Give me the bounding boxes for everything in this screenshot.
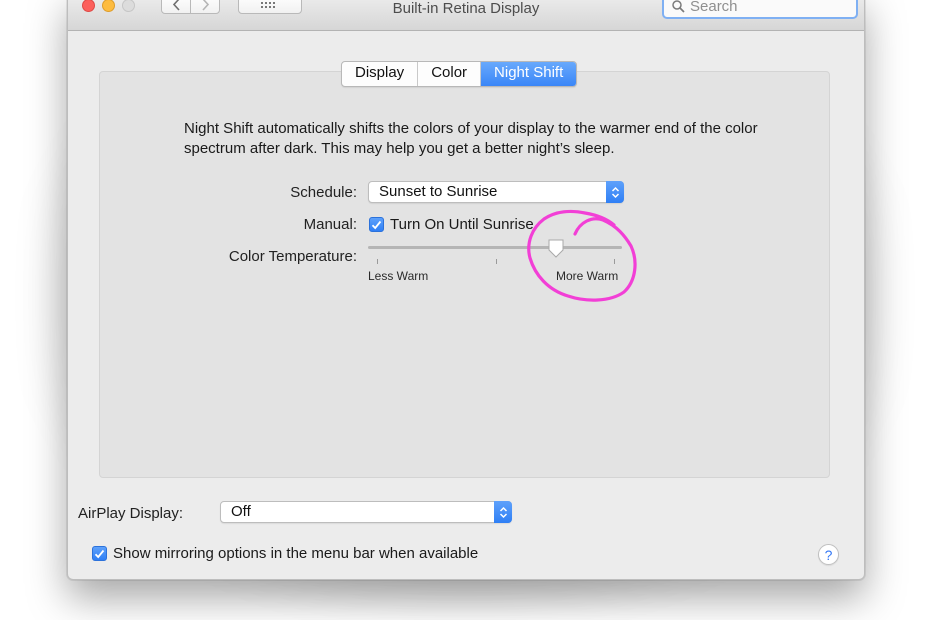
airplay-display-value: Off <box>231 503 251 520</box>
manual-checkbox-label[interactable]: Turn On Until Sunrise <box>390 216 534 233</box>
help-button[interactable]: ? <box>818 544 839 565</box>
checkmark-icon <box>94 549 105 558</box>
manual-checkbox[interactable] <box>369 217 384 232</box>
schedule-popup[interactable]: Sunset to Sunrise <box>368 181 624 203</box>
schedule-stepper[interactable] <box>606 181 624 203</box>
search-field[interactable] <box>662 0 858 19</box>
less-warm-label: Less Warm <box>368 269 429 283</box>
search-input[interactable] <box>690 0 840 15</box>
mirroring-options-label[interactable]: Show mirroring options in the menu bar w… <box>113 545 478 562</box>
slider-tick <box>377 259 378 264</box>
window-titlebar: Built-in Retina Display <box>68 0 864 31</box>
up-down-chevron-icon <box>499 506 507 518</box>
tab-display[interactable]: Display <box>342 62 419 86</box>
color-temperature-label: Color Temperature: <box>228 248 357 265</box>
help-icon: ? <box>824 546 833 563</box>
slider-tick <box>496 259 497 264</box>
up-down-chevron-icon <box>611 186 619 198</box>
color-temperature-slider-track[interactable] <box>368 246 622 249</box>
airplay-display-label: AirPlay Display: <box>78 505 184 522</box>
manual-label: Manual: <box>303 216 357 233</box>
tab-night-shift[interactable]: Night Shift <box>481 62 577 86</box>
airplay-display-popup[interactable]: Off <box>220 501 512 523</box>
checkmark-icon <box>371 220 382 229</box>
display-tabs: Display Color Night Shift <box>341 61 578 87</box>
screenshot-stage: Built-in Retina Display Display Color Ni… <box>0 0 930 620</box>
system-preferences-window: Built-in Retina Display Display Color Ni… <box>67 0 865 580</box>
more-warm-label: More Warm <box>556 269 619 283</box>
search-icon <box>672 0 685 13</box>
airplay-stepper[interactable] <box>494 501 512 523</box>
mirroring-options-checkbox[interactable] <box>92 546 107 561</box>
tab-color[interactable]: Color <box>418 62 482 86</box>
slider-tick <box>614 259 615 264</box>
color-temperature-slider-knob[interactable] <box>547 239 565 259</box>
schedule-label: Schedule: <box>290 184 357 201</box>
night-shift-description: Night Shift automatically shifts the col… <box>184 120 758 157</box>
schedule-value: Sunset to Sunrise <box>379 183 498 200</box>
